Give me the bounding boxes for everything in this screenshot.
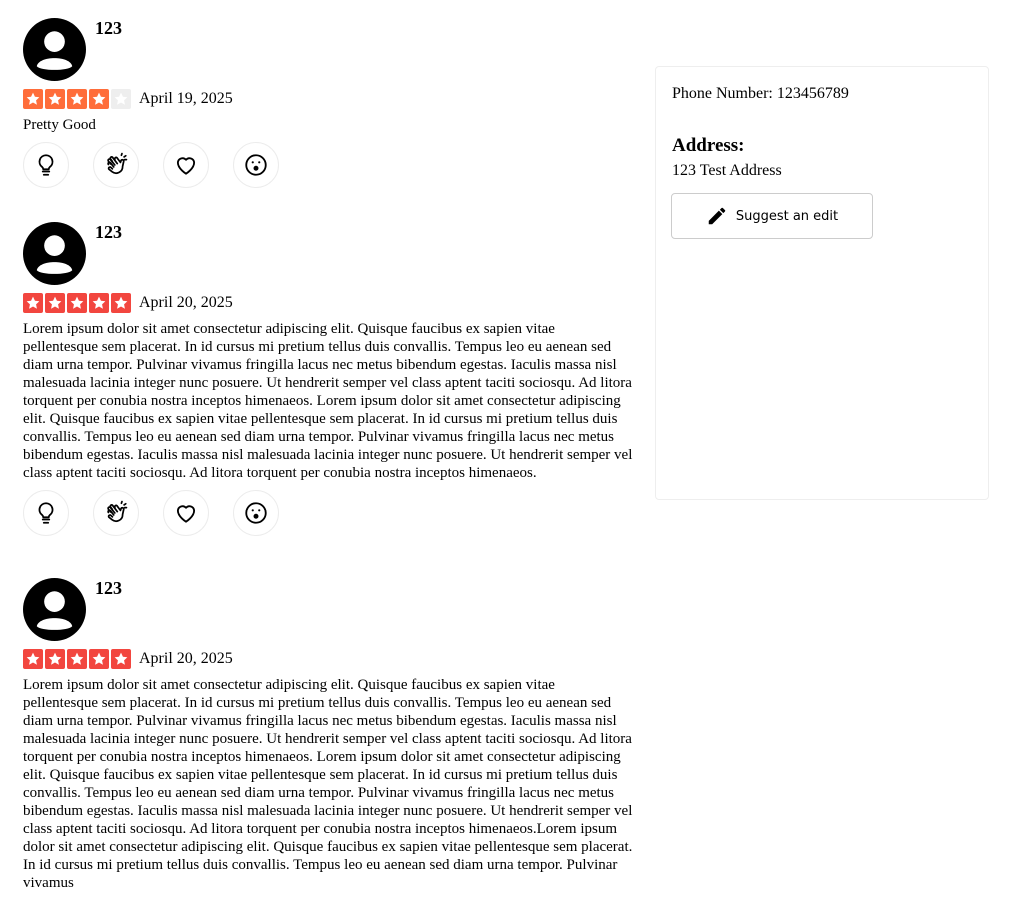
heart-icon <box>176 505 196 523</box>
star-filled-icon <box>111 649 131 669</box>
lightbulb-reaction-button[interactable] <box>23 142 69 188</box>
star-filled-icon <box>111 293 131 313</box>
reaction-bar <box>23 490 633 536</box>
clap-reaction-button[interactable] <box>93 490 139 536</box>
rating-row: April 20, 2025 <box>23 648 633 670</box>
review-date: April 19, 2025 <box>139 90 233 107</box>
review-text: Lorem ipsum dolor sit amet consectetur a… <box>23 321 633 481</box>
lightbulb-icon <box>38 154 54 176</box>
star-filled-icon <box>23 89 43 109</box>
surprised-reaction-button[interactable] <box>233 490 279 536</box>
rating-row: April 19, 2025 <box>23 88 633 110</box>
heart-reaction-button[interactable] <box>163 490 209 536</box>
review-item: 123 April 20, 2025 Lorem ipsum dolor sit… <box>23 560 633 892</box>
suggest-edit-label: Suggest an edit <box>735 208 839 224</box>
review-item: 123 April 20, 2025 Lorem ipsum dolor sit… <box>23 204 633 536</box>
star-filled-icon <box>45 649 65 669</box>
phone-number: Phone Number: 123456789 <box>672 85 849 102</box>
address-title: Address: <box>672 135 745 156</box>
star-filled-icon <box>45 89 65 109</box>
review-date: April 20, 2025 <box>139 294 233 311</box>
clapping-hands-icon <box>107 152 128 174</box>
surprised-face-icon <box>245 502 267 524</box>
pencil-icon <box>708 207 726 225</box>
lightbulb-reaction-button[interactable] <box>23 490 69 536</box>
lightbulb-icon <box>38 502 54 524</box>
reviewer-name: 123 <box>95 222 122 242</box>
avatar-icon <box>23 222 86 285</box>
surprised-reaction-button[interactable] <box>233 142 279 188</box>
star-filled-icon <box>45 293 65 313</box>
avatar-icon <box>23 18 86 81</box>
clap-reaction-button[interactable] <box>93 142 139 188</box>
star-filled-icon <box>89 293 109 313</box>
review-text: Lorem ipsum dolor sit amet consectetur a… <box>23 677 633 891</box>
star-filled-icon <box>23 293 43 313</box>
star-rating <box>23 89 131 109</box>
star-filled-icon <box>89 89 109 109</box>
reviewer-name: 123 <box>95 578 122 598</box>
reaction-bar <box>23 142 633 188</box>
review-header: 123 <box>23 204 633 286</box>
avatar-icon <box>23 578 86 641</box>
review-date: April 20, 2025 <box>139 650 233 667</box>
reviews-list: 123 April 19, 2025 Pretty Good 123 April… <box>23 0 633 892</box>
clapping-hands-icon <box>107 500 128 522</box>
review-header: 123 <box>23 0 633 82</box>
review-text: Pretty Good <box>23 117 96 133</box>
star-filled-icon <box>23 649 43 669</box>
rating-row: April 20, 2025 <box>23 292 633 314</box>
address-value: 123 Test Address <box>672 162 782 179</box>
reviewer-name: 123 <box>95 18 122 38</box>
surprised-face-icon <box>245 154 267 176</box>
star-filled-icon <box>67 293 87 313</box>
star-filled-icon <box>67 649 87 669</box>
review-header: 123 <box>23 560 633 642</box>
heart-reaction-button[interactable] <box>163 142 209 188</box>
star-filled-icon <box>67 89 87 109</box>
star-filled-icon <box>89 649 109 669</box>
star-rating <box>23 649 131 669</box>
heart-icon <box>176 157 196 175</box>
business-info-card: Phone Number: 123456789 Address: 123 Tes… <box>655 66 989 500</box>
star-rating <box>23 293 131 313</box>
review-item: 123 April 19, 2025 Pretty Good <box>23 0 633 188</box>
star-empty-icon <box>111 89 131 109</box>
suggest-edit-button[interactable]: Suggest an edit <box>671 193 873 239</box>
